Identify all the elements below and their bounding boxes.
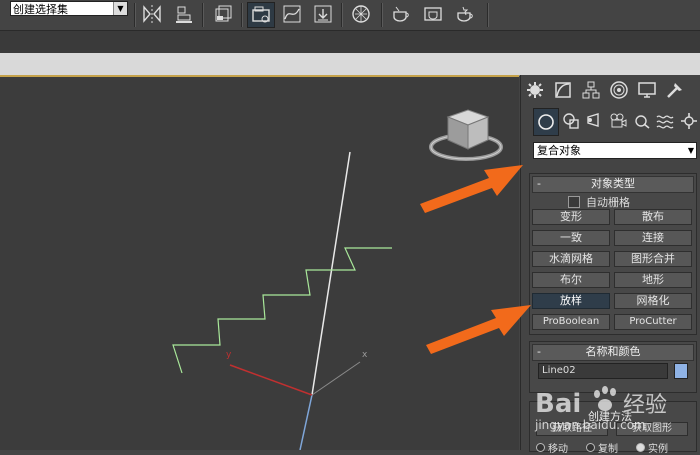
boolean-button[interactable]: 布尔 — [532, 272, 610, 288]
copy-radio-label: 复制 — [598, 444, 618, 455]
command-panel-tabs — [521, 77, 700, 103]
scene-explorer-icon[interactable] — [247, 2, 275, 28]
name-and-color-title: 名称和颜色 — [585, 345, 641, 358]
radio-dot[interactable] — [586, 443, 595, 452]
main-toolbar: 创建选择集 ▼ — [0, 0, 700, 31]
shapes-icon[interactable] — [559, 108, 583, 134]
curve-editor-icon[interactable] — [279, 2, 305, 26]
object-category-dropdown[interactable]: 复合对象 ▼ — [533, 142, 697, 159]
viewport-scene: y x — [172, 109, 503, 450]
render-icon[interactable] — [452, 2, 478, 26]
material-editor-icon[interactable] — [348, 2, 374, 26]
axis-x-label: x — [362, 350, 368, 360]
ribbon-bar — [0, 53, 700, 76]
geometry-icon[interactable] — [533, 108, 559, 136]
toolbar-separator — [241, 3, 243, 27]
instance-radio[interactable]: 实例 — [636, 440, 668, 455]
named-selection-set-dropdown[interactable]: 创建选择集 ▼ — [10, 1, 128, 16]
utilities-tab-icon[interactable] — [661, 77, 689, 103]
motion-tab-icon[interactable] — [605, 77, 633, 103]
object-type-title: 对象类型 — [591, 177, 635, 190]
instance-radio-label: 实例 — [648, 444, 668, 455]
align-icon[interactable] — [171, 2, 197, 26]
toolbar-strip — [0, 31, 700, 53]
x-axis-line — [311, 361, 361, 396]
scatter-button[interactable]: 散布 — [614, 209, 692, 225]
name-and-color-header[interactable]: - 名称和颜色 — [532, 344, 694, 361]
object-type-header[interactable]: - 对象类型 — [532, 176, 694, 193]
move-radio-label: 移动 — [548, 444, 568, 455]
space-warps-icon[interactable] — [654, 108, 678, 134]
perspective-viewport[interactable]: y x — [0, 77, 519, 450]
named-selection-set-value: 创建选择集 — [13, 3, 68, 16]
axis-y-label: y — [226, 350, 232, 360]
copy-radio[interactable]: 复制 — [586, 440, 618, 455]
toolbar-separator — [341, 3, 343, 27]
systems-icon[interactable] — [677, 108, 700, 134]
staircase-shape[interactable] — [172, 247, 392, 374]
toolbar-separator — [134, 3, 136, 27]
z-axis-line-lower — [299, 394, 313, 450]
create-subtabs — [521, 108, 700, 136]
toolbar-separator — [202, 3, 204, 27]
toolbar-separator — [381, 3, 383, 27]
hierarchy-tab-icon[interactable] — [577, 77, 605, 103]
chevron-down-icon[interactable]: ▼ — [688, 143, 694, 158]
object-color-swatch[interactable] — [674, 363, 688, 379]
helpers-icon[interactable] — [630, 108, 654, 134]
render-setup-icon[interactable] — [388, 2, 414, 26]
viewcube-icon[interactable] — [429, 109, 503, 161]
radio-dot[interactable] — [536, 443, 545, 452]
svg-text:经验: 经验 — [623, 393, 667, 418]
autogrid-checkbox[interactable]: 自动栅格 — [568, 194, 630, 210]
chevron-down-icon[interactable]: ▼ — [113, 2, 127, 15]
collapse-icon[interactable]: - — [537, 177, 541, 191]
watermark-url: jingyan.baidu.com — [535, 418, 646, 432]
z-axis-line — [311, 151, 351, 396]
autogrid-label: 自动栅格 — [586, 196, 630, 209]
radio-dot-selected[interactable] — [636, 443, 645, 452]
blobmesh-button[interactable]: 水滴网格 — [532, 251, 610, 267]
object-name-field[interactable]: Line02 — [538, 363, 668, 379]
toolbar-separator — [487, 3, 489, 27]
mesher-button[interactable]: 网格化 — [614, 293, 692, 309]
connect-button[interactable]: 连接 — [614, 230, 692, 246]
loft-button[interactable]: 放样 — [532, 293, 610, 309]
terrain-button[interactable]: 地形 — [614, 272, 692, 288]
proboolean-button[interactable]: ProBoolean — [532, 314, 610, 330]
procutter-button[interactable]: ProCutter — [614, 314, 692, 330]
object-category-value: 复合对象 — [537, 144, 581, 157]
move-radio[interactable]: 移动 — [536, 440, 568, 455]
display-tab-icon[interactable] — [633, 77, 661, 103]
y-axis-line — [229, 364, 313, 396]
create-tab-icon[interactable] — [521, 77, 549, 103]
modify-tab-icon[interactable] — [549, 77, 577, 103]
lights-icon[interactable] — [582, 108, 606, 134]
cameras-icon[interactable] — [606, 108, 630, 134]
svg-text:Bai: Bai — [535, 389, 581, 419]
layer-manager-icon[interactable] — [210, 2, 236, 26]
schematic-view-icon[interactable] — [310, 2, 336, 26]
checkbox-box[interactable] — [568, 196, 580, 208]
object-type-rollout: - 对象类型 自动栅格 变形 散布 一致 连接 水滴网格 图形合并 布尔 地形 … — [529, 173, 697, 335]
conform-button[interactable]: 一致 — [532, 230, 610, 246]
morph-button[interactable]: 变形 — [532, 209, 610, 225]
collapse-icon[interactable]: - — [537, 345, 541, 359]
rendered-frame-icon[interactable] — [420, 2, 446, 26]
mirror-icon[interactable] — [139, 2, 165, 26]
shapemerge-button[interactable]: 图形合并 — [614, 251, 692, 267]
